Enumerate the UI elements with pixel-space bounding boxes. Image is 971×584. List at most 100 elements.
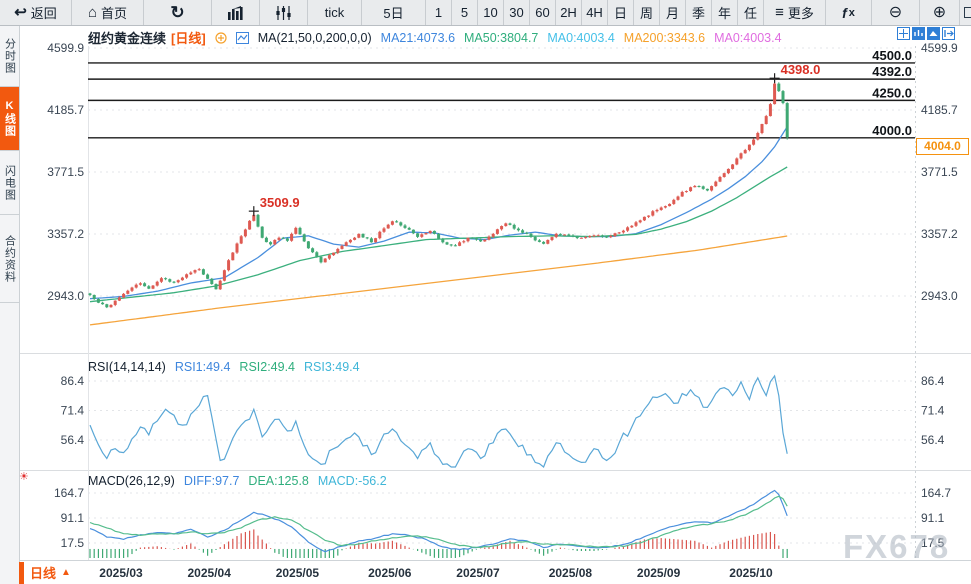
fx-icon: f	[842, 5, 847, 21]
period-tag: [日线]	[171, 28, 206, 47]
axis-tick-label: 91.1	[921, 511, 945, 525]
interval-季-button[interactable]: 季	[686, 0, 712, 25]
chart-canvas[interactable]: 4500.04392.0 4250.0 4000.0 4599.9 4599.9 4185…	[0, 0, 971, 584]
ma-value-5: MA0:4003.4	[714, 31, 781, 45]
sidebar-tab-3[interactable]: 闪电图	[0, 151, 19, 215]
period-indicator-strip	[19, 562, 24, 584]
axis-tick-label: 2943.0	[921, 289, 958, 303]
hamburger-icon: ≡	[775, 5, 784, 20]
bar-chart-style-button[interactable]	[212, 0, 260, 25]
zoom-in-button[interactable]: ⊕	[920, 0, 960, 25]
x-axis-label: 2025/06	[368, 566, 412, 580]
axis-tick-label: 71.4	[921, 404, 945, 418]
price-annotation: 4398.0	[781, 62, 821, 77]
level-label: 4000.0	[872, 123, 912, 138]
macd-header: MACD(26,12,9) DIFF:97.7DEA:125.8MACD:-56…	[88, 474, 387, 488]
back-button[interactable]: ↩ 返回	[0, 0, 72, 25]
interval-周-button[interactable]: 周	[634, 0, 660, 25]
indicator-window-icon[interactable]	[927, 27, 940, 40]
interval-5d-button[interactable]: 5日	[362, 0, 426, 25]
macd-value-2: DEA:125.8	[248, 474, 308, 488]
ma-formula: MA(21,50,0,200,0,0)	[258, 31, 372, 45]
interval-60-button[interactable]: 60	[530, 0, 556, 25]
axis-tick-label: 56.4	[61, 433, 85, 447]
interval-月-button[interactable]: 月	[660, 0, 686, 25]
rsi-pane	[90, 376, 787, 467]
x-axis-label: 2025/04	[188, 566, 232, 580]
5d-label: 5日	[383, 3, 403, 22]
interval-tick-button[interactable]: tick	[308, 0, 362, 25]
macd-value-1: DIFF:97.7	[184, 474, 240, 488]
interval-30-button[interactable]: 30	[504, 0, 530, 25]
expand-right-icon[interactable]	[942, 27, 955, 40]
watermark: FX678	[843, 528, 950, 566]
axis-tick-label: 56.4	[921, 433, 945, 447]
toolbar-overflow-button[interactable]	[960, 0, 971, 25]
up-arrow-icon: ▲	[61, 567, 71, 578]
interval-1-button[interactable]: 1	[426, 0, 452, 25]
axis-tick-label: 2943.0	[47, 289, 84, 303]
crosshair-icon[interactable]	[897, 27, 910, 40]
x-axis-label: 2025/07	[456, 566, 500, 580]
level-label: 4392.0	[872, 64, 912, 79]
fx-indicator-button[interactable]: fx	[826, 0, 872, 25]
rsi-value-3: RSI3:49.4	[304, 360, 360, 374]
zoom-out-button[interactable]: ⊖	[872, 0, 920, 25]
chart-tools	[897, 27, 955, 40]
axis-tick-label: 164.7	[921, 486, 951, 500]
rsi-value-1: RSI1:49.4	[175, 360, 231, 374]
interval-2H-button[interactable]: 2H	[556, 0, 582, 25]
more-label: 更多	[788, 3, 814, 22]
rsi-header: RSI(14,14,14) RSI1:49.4RSI2:49.4RSI3:49.…	[88, 360, 360, 374]
interval-4H-button[interactable]: 4H	[582, 0, 608, 25]
tick-label: tick	[325, 5, 345, 20]
sidebar-tab-1[interactable]: 分时图	[0, 25, 19, 87]
home-icon: ⌂	[88, 5, 97, 20]
interval-日-button[interactable]: 日	[608, 0, 634, 25]
interval-年-button[interactable]: 年	[712, 0, 738, 25]
scale-mode-icon[interactable]	[912, 27, 925, 40]
add-indicator-icon[interactable]	[215, 32, 227, 44]
zoom-out-icon: ⊖	[889, 5, 902, 21]
partial-icon	[964, 7, 971, 18]
chart-type-icon[interactable]	[236, 32, 249, 44]
axis-tick-label: 4599.9	[921, 41, 958, 55]
axis-tick-label: 4599.9	[47, 41, 84, 55]
rsi-value-2: RSI2:49.4	[239, 360, 295, 374]
annotations: 3509.94398.0	[249, 62, 821, 216]
sidebar-tab-2[interactable]: K线图	[0, 87, 19, 151]
period-selector[interactable]: 日线 ▲	[30, 563, 71, 582]
axis-tick-label: 91.1	[61, 511, 85, 525]
interval-任-button[interactable]: 任	[738, 0, 764, 25]
level-label: 4500.0	[872, 48, 912, 63]
home-button[interactable]: ⌂ 首页	[72, 0, 144, 25]
candle-style-button[interactable]	[260, 0, 308, 25]
axis-tick-label: 86.4	[61, 374, 85, 388]
axis-tick-label: 3357.2	[921, 227, 958, 241]
ma-value-2: MA50:3804.7	[464, 31, 538, 45]
level-label: 4250.0	[872, 85, 912, 100]
x-axis-label: 2025/09	[637, 566, 681, 580]
ma-lines	[90, 127, 787, 325]
axis-tick-label: 3357.2	[47, 227, 84, 241]
refresh-button[interactable]: ↻	[144, 0, 212, 25]
trading-app: 4500.04392.0 4250.0 4000.0 4599.9 4599.9 4185…	[0, 0, 971, 584]
period-label: 日线	[30, 563, 56, 582]
indicator-settings-icon[interactable]: ☀	[19, 470, 29, 483]
axis-tick-label: 71.4	[61, 404, 85, 418]
macd-value-3: MACD:-56.2	[318, 474, 387, 488]
home-label: 首页	[101, 3, 127, 22]
axis-tick-label: 164.7	[54, 486, 84, 500]
sidebar-tab-4[interactable]: 合约资料	[0, 215, 19, 303]
more-button[interactable]: ≡ 更多	[764, 0, 826, 25]
ma-value-3: MA0:4003.4	[547, 31, 614, 45]
axis-tick-label: 4185.7	[47, 103, 84, 117]
interval-10-button[interactable]: 10	[478, 0, 504, 25]
x-axis-label: 2025/05	[276, 566, 320, 580]
ma-value-4: MA200:3343.6	[624, 31, 705, 45]
interval-5-button[interactable]: 5	[452, 0, 478, 25]
macd-pane	[90, 491, 787, 559]
axis-tick-label: 3771.5	[47, 165, 84, 179]
symbol-title: 纽约黄金连续	[88, 28, 166, 47]
candles	[89, 78, 789, 308]
